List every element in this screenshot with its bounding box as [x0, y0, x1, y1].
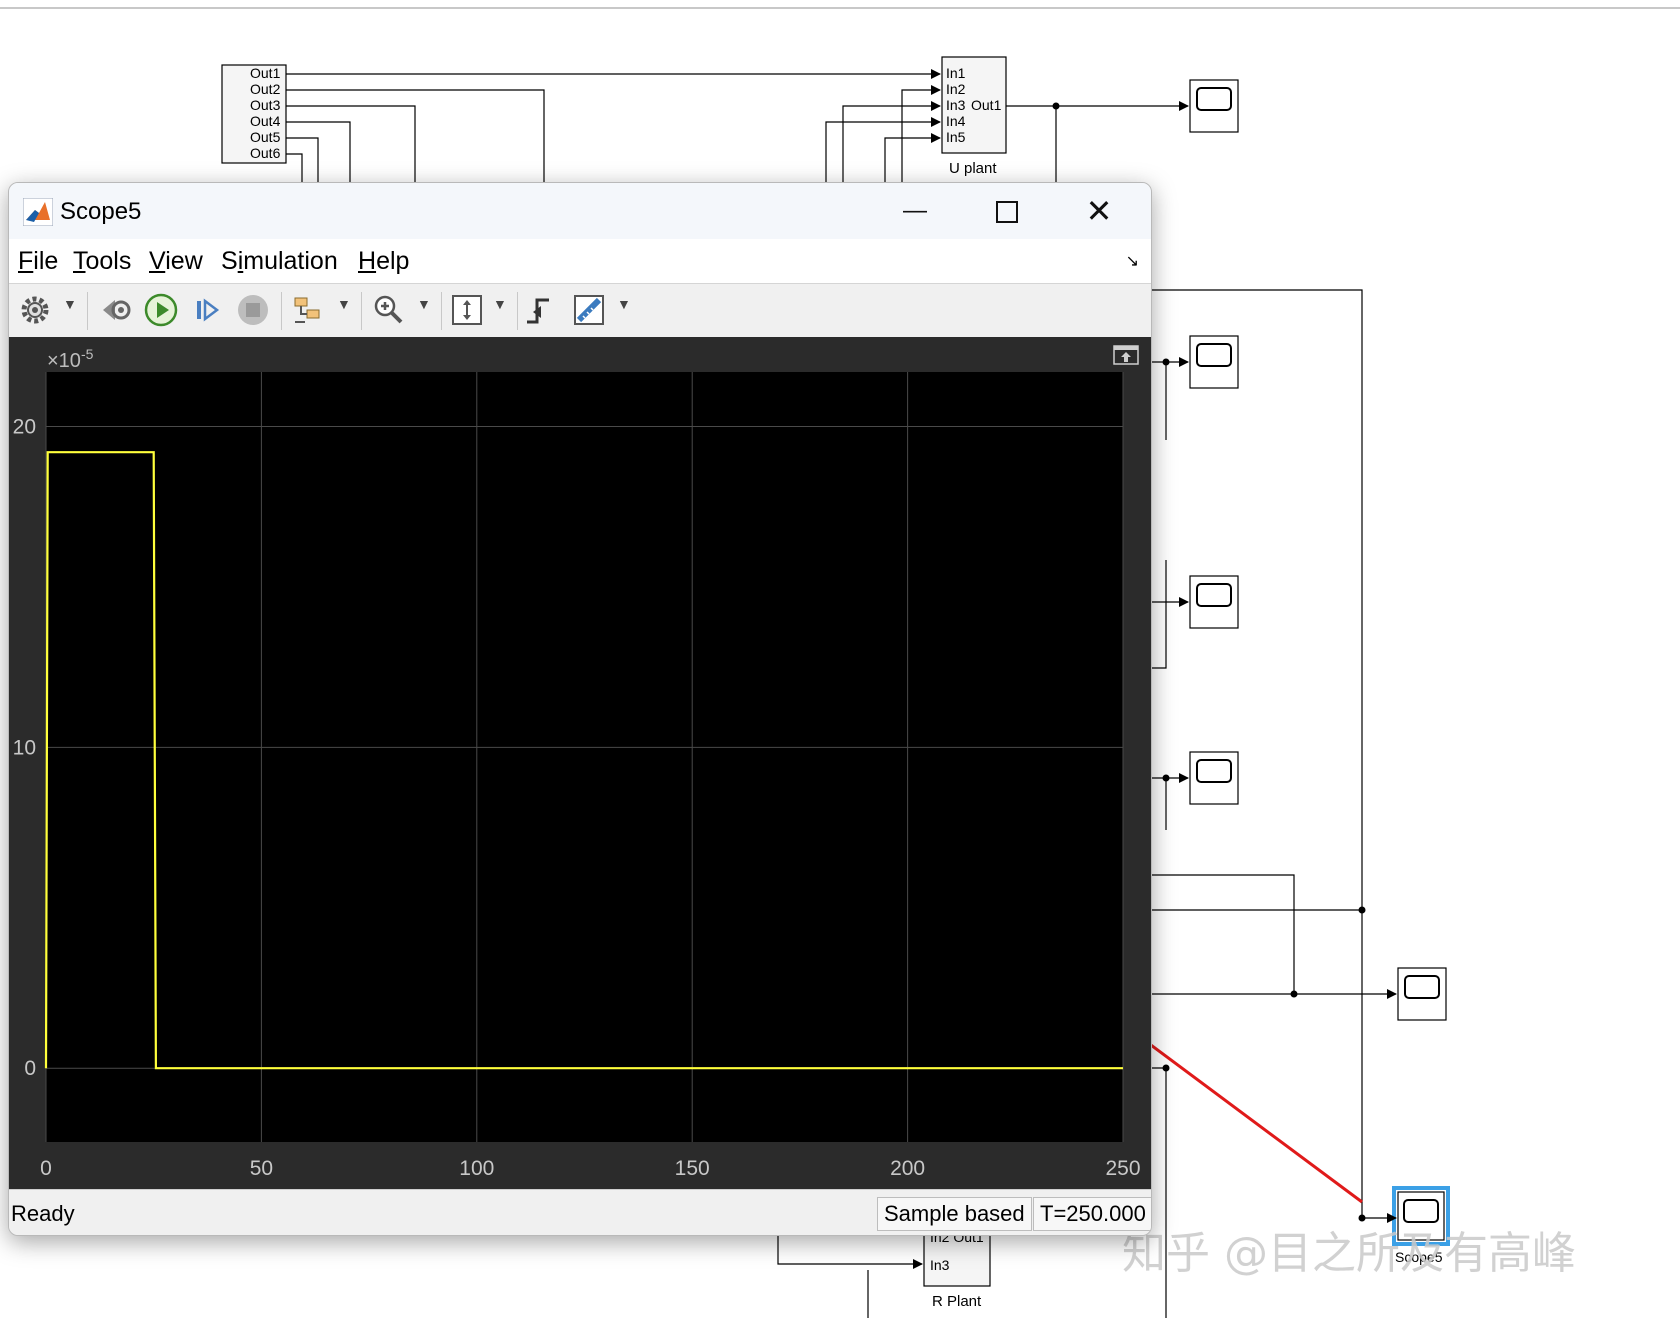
y-tick-label: 20	[13, 416, 36, 439]
maximize-icon	[996, 201, 1018, 223]
source-port-out6: Out6	[250, 145, 281, 161]
autoscale-icon[interactable]	[449, 292, 485, 328]
r-plant-name: R Plant	[932, 1293, 982, 1310]
r-plant-block[interactable]: In2 Out1 In3 R Plant	[923, 1229, 991, 1310]
u-plant-name: U plant	[949, 160, 997, 177]
y-tick-label: 0	[24, 1057, 36, 1080]
source-port-out1: Out1	[250, 65, 281, 81]
settings-dropdown-arrow-icon[interactable]: ▼	[63, 296, 77, 312]
toolbar: ▼ ▼ ▼ ▼ ▼	[9, 283, 1151, 339]
toolbar-separator	[441, 292, 442, 330]
annotation-arrow	[1099, 1003, 1363, 1204]
r-plant-wires[interactable]	[777, 1234, 923, 1318]
maximize-button[interactable]	[987, 193, 1027, 229]
u-plant-in4: In4	[946, 113, 966, 129]
undock-icon[interactable]	[1113, 345, 1139, 365]
matlab-logo-icon	[23, 198, 53, 226]
u-plant-block[interactable]: In1 In2 In3 Out1 In4 In5 U plant	[941, 56, 1007, 177]
u-plant-in1: In1	[946, 65, 966, 81]
u-plant-in5: In5	[946, 129, 966, 145]
x-tick-label: 50	[250, 1157, 273, 1180]
zoom-in-icon[interactable]	[371, 292, 407, 328]
window-title: Scope5	[60, 198, 142, 225]
scope-block-1[interactable]	[1189, 79, 1239, 133]
run-icon[interactable]	[143, 292, 179, 328]
branch-point	[1052, 102, 1060, 110]
status-bar: Ready Sample based T=250.000	[9, 1189, 1151, 1235]
menu-help[interactable]: Help	[358, 247, 409, 276]
menu-file[interactable]: File	[18, 247, 58, 276]
zoom-dropdown-arrow-icon[interactable]: ▼	[417, 296, 431, 312]
title-bar[interactable]: Scope5 — ✕	[9, 183, 1151, 239]
x-tick-labels: 0 50 100 150 200 250	[40, 1157, 1140, 1180]
measurements-icon[interactable]	[571, 292, 607, 328]
y-tick-labels: 0 10 20	[13, 416, 36, 1081]
signal-dropdown-arrow-icon[interactable]: ▼	[337, 296, 351, 312]
scope-block-4[interactable]	[1189, 751, 1239, 805]
minimize-button[interactable]: —	[895, 193, 935, 229]
x-tick-label: 100	[459, 1157, 494, 1180]
x-tick-label: 200	[890, 1157, 925, 1180]
scope-display[interactable]: 0 50 100 150 200 250 0 10 20 ×10-5	[9, 337, 1151, 1189]
x-tick-label: 250	[1105, 1157, 1140, 1180]
status-text: Ready	[11, 1201, 75, 1226]
collapse-menu-arrow-icon[interactable]: ↘	[1126, 251, 1139, 271]
step-forward-icon[interactable]	[189, 292, 225, 328]
x-tick-label: 0	[40, 1157, 52, 1180]
signal-select-icon[interactable]	[291, 292, 327, 328]
source-port-out2: Out2	[250, 81, 281, 97]
u-plant-input-wires[interactable]	[825, 85, 1189, 185]
stop-icon[interactable]	[235, 292, 271, 328]
right-side-wires[interactable]	[1150, 289, 1397, 1318]
y-tick-label: 10	[13, 736, 36, 759]
u-plant-in2: In2	[946, 81, 966, 97]
measurements-dropdown-arrow-icon[interactable]: ▼	[617, 296, 631, 312]
watermark-text: 知乎 @目之所及有高峰	[1122, 1228, 1576, 1279]
r-plant-port-in3: In3	[930, 1257, 950, 1273]
u-plant-out1: Out1	[971, 97, 1002, 113]
menu-bar: File Tools View Simulation Help ↘	[9, 239, 1151, 283]
source-port-out5: Out5	[250, 129, 281, 145]
toolbar-separator	[87, 292, 88, 330]
source-block[interactable]: Out1 Out2 Out3 Out4 Out5 Out6	[221, 64, 287, 164]
source-wires[interactable]	[286, 69, 941, 185]
close-icon: ✕	[1085, 193, 1113, 229]
u-plant-in3: In3	[946, 97, 966, 113]
minimize-icon: —	[903, 197, 927, 224]
scope-plot[interactable]: 0 50 100 150 200 250 0 10 20 ×10-5	[9, 337, 1151, 1189]
menu-simulation[interactable]: Simulation	[221, 247, 338, 276]
scope-block-5[interactable]	[1397, 967, 1447, 1021]
x-tick-label: 150	[675, 1157, 710, 1180]
step-back-icon[interactable]	[97, 292, 133, 328]
triggers-icon[interactable]	[523, 292, 559, 328]
gear-icon[interactable]	[17, 292, 53, 328]
simulation-time-indicator: T=250.000	[1033, 1197, 1151, 1231]
source-port-out3: Out3	[250, 97, 281, 113]
scope-block-3[interactable]	[1189, 575, 1239, 629]
autoscale-dropdown-arrow-icon[interactable]: ▼	[493, 296, 507, 312]
toolbar-separator	[281, 292, 282, 330]
menu-view[interactable]: View	[149, 247, 203, 276]
y-exponent-label: ×10-5	[47, 346, 94, 372]
axes-background[interactable]	[46, 372, 1123, 1142]
toolbar-separator	[517, 292, 518, 330]
sample-mode-indicator: Sample based	[877, 1197, 1032, 1231]
toolbar-separator	[361, 292, 362, 330]
scope-window[interactable]: Scope5 — ✕ File Tools View Simulation He…	[8, 182, 1152, 1236]
menu-tools[interactable]: Tools	[73, 247, 131, 276]
source-port-out4: Out4	[250, 113, 281, 129]
scope-block-2[interactable]	[1189, 335, 1239, 389]
close-button[interactable]: ✕	[1079, 193, 1119, 229]
